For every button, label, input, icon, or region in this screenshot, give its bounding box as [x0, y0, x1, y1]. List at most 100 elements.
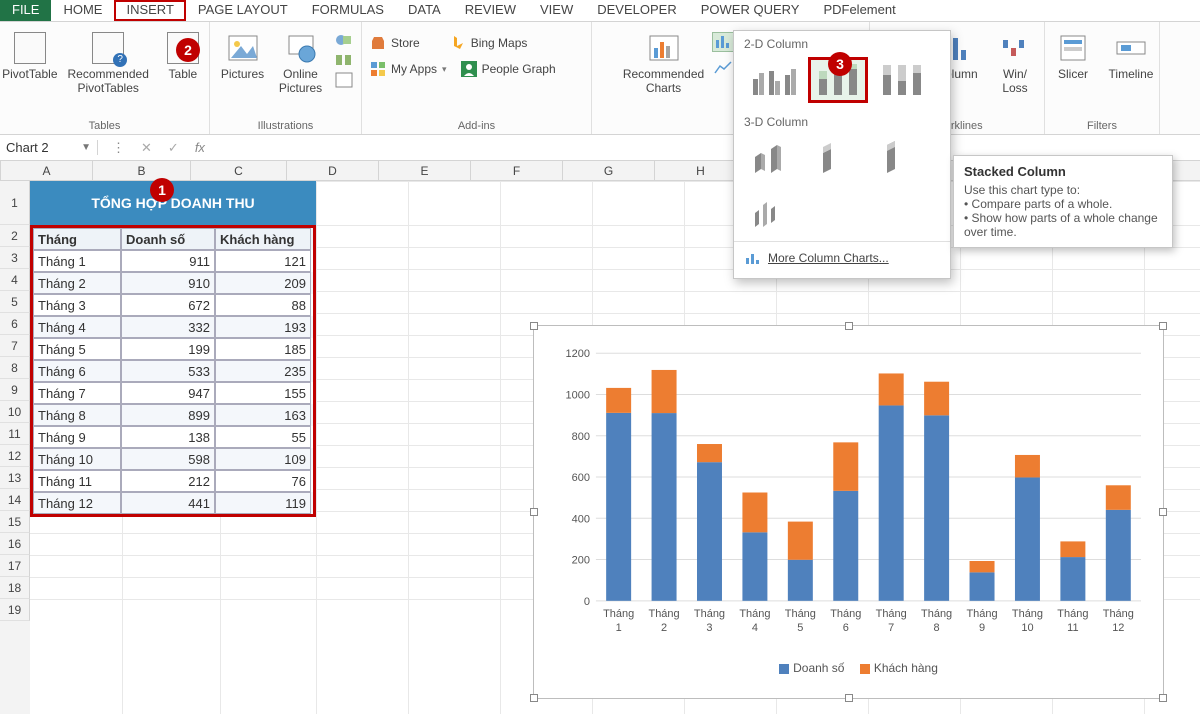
table-row[interactable]: Tháng 913855 [33, 426, 313, 448]
cell-customers: 109 [215, 448, 311, 470]
row-header-10[interactable]: 10 [0, 401, 30, 423]
table-row[interactable]: Tháng 1911121 [33, 250, 313, 272]
cell-month: Tháng 9 [33, 426, 121, 448]
tab-data[interactable]: DATA [396, 0, 453, 21]
table-row[interactable]: Tháng 2910209 [33, 272, 313, 294]
more-column-charts-link[interactable]: More Column Charts... [734, 241, 950, 274]
line-chart-dropdown[interactable] [712, 58, 734, 78]
store-button[interactable]: Store [370, 32, 420, 54]
table-row[interactable]: Tháng 1121276 [33, 470, 313, 492]
row-header-13[interactable]: 13 [0, 467, 30, 489]
recommended-pivot-button[interactable]: ? Recommended PivotTables [68, 26, 149, 95]
cell-customers: 121 [215, 250, 311, 272]
table-row[interactable]: Tháng 7947155 [33, 382, 313, 404]
more-icon[interactable]: ⋮ [112, 140, 125, 156]
row-header-14[interactable]: 14 [0, 489, 30, 511]
row-header-7[interactable]: 7 [0, 335, 30, 357]
row-header-15[interactable]: 15 [0, 511, 30, 533]
row-header-18[interactable]: 18 [0, 577, 30, 599]
clustered-column-option[interactable] [744, 57, 804, 103]
svg-text:Tháng: Tháng [785, 608, 816, 620]
table-row[interactable]: Tháng 8899163 [33, 404, 313, 426]
embedded-chart[interactable]: 020040060080010001200Tháng1Tháng2Tháng3T… [533, 325, 1164, 699]
name-box[interactable]: Chart 2▼ [0, 140, 98, 155]
smartart-icon[interactable] [335, 52, 353, 68]
tab-formulas[interactable]: FORMULAS [300, 0, 396, 21]
slicer-button[interactable]: Slicer [1049, 26, 1097, 81]
data-table: Tháng Doanh số Khách hàng Tháng 1911121T… [30, 225, 316, 517]
column-chart-dropdown[interactable] [712, 32, 734, 52]
online-pictures-icon [285, 32, 317, 64]
timeline-icon [1115, 32, 1147, 64]
pictures-button[interactable]: Pictures [219, 26, 267, 81]
row-header-6[interactable]: 6 [0, 313, 30, 335]
my-apps-button[interactable]: My Apps ▾ [370, 58, 447, 80]
3d-clustered-option[interactable] [744, 135, 804, 181]
screenshot-icon[interactable] [335, 72, 353, 88]
fx-icon[interactable]: fx [195, 140, 205, 155]
col-header-B[interactable]: B [93, 161, 191, 180]
col-header-D[interactable]: D [287, 161, 379, 180]
tab-view[interactable]: VIEW [528, 0, 585, 21]
tab-pdfelement[interactable]: PDFelement [811, 0, 907, 21]
recommended-pivot-label: Recommended PivotTables [68, 67, 149, 95]
table-row[interactable]: Tháng 10598109 [33, 448, 313, 470]
tooltip-bullet-2: • Show how parts of a whole change over … [964, 211, 1162, 239]
col-header-E[interactable]: E [379, 161, 471, 180]
shapes-icon[interactable] [335, 32, 353, 48]
tab-home[interactable]: HOME [51, 0, 114, 21]
recommended-charts-button[interactable]: Recommended Charts [623, 26, 704, 120]
tab-file[interactable]: FILE [0, 0, 51, 21]
table-row[interactable]: Tháng 4332193 [33, 316, 313, 338]
tab-page-layout[interactable]: PAGE LAYOUT [186, 0, 300, 21]
col-header-F[interactable]: F [471, 161, 563, 180]
row-header-11[interactable]: 11 [0, 423, 30, 445]
svg-text:8: 8 [934, 622, 940, 634]
row-header-3[interactable]: 3 [0, 247, 30, 269]
tab-power-query[interactable]: POWER QUERY [689, 0, 812, 21]
row-header-4[interactable]: 4 [0, 269, 30, 291]
group-title-tables: Tables [89, 120, 121, 132]
cell-month: Tháng 7 [33, 382, 121, 404]
row-header-5[interactable]: 5 [0, 291, 30, 313]
row-header-2[interactable]: 2 [0, 225, 30, 247]
timeline-button[interactable]: Timeline [1107, 26, 1155, 81]
people-graph-button[interactable]: People Graph [461, 58, 556, 80]
col-header-A[interactable]: A [1, 161, 93, 180]
3d-100-stacked-option[interactable] [872, 135, 932, 181]
table-row[interactable]: Tháng 367288 [33, 294, 313, 316]
row-header-1[interactable]: 1 [0, 181, 30, 225]
online-pictures-button[interactable]: Online Pictures [277, 26, 325, 95]
100-stacked-column-option[interactable] [872, 57, 932, 103]
table-row[interactable]: Tháng 5199185 [33, 338, 313, 360]
table-row[interactable]: Tháng 12441119 [33, 492, 313, 514]
svg-text:600: 600 [572, 472, 590, 484]
cell-customers: 88 [215, 294, 311, 316]
cell-month: Tháng 6 [33, 360, 121, 382]
svg-text:11: 11 [1067, 622, 1078, 634]
header-sales: Doanh số [121, 228, 215, 250]
tab-review[interactable]: REVIEW [453, 0, 528, 21]
row-header-19[interactable]: 19 [0, 599, 30, 621]
sparkline-winloss-button[interactable]: Win/ Loss [991, 26, 1039, 95]
svg-text:Tháng: Tháng [876, 608, 907, 620]
table-row[interactable]: Tháng 6533235 [33, 360, 313, 382]
row-header-16[interactable]: 16 [0, 533, 30, 555]
row-header-9[interactable]: 9 [0, 379, 30, 401]
cell-customers: 55 [215, 426, 311, 448]
svg-text:Tháng: Tháng [1103, 608, 1134, 620]
row-header-12[interactable]: 12 [0, 445, 30, 467]
col-header-G[interactable]: G [563, 161, 655, 180]
enter-icon[interactable]: ✓ [168, 140, 179, 156]
row-header-8[interactable]: 8 [0, 357, 30, 379]
pivot-table-button[interactable]: PivotTable [2, 26, 57, 81]
tab-developer[interactable]: DEVELOPER [585, 0, 688, 21]
tab-insert[interactable]: INSERT [114, 0, 185, 21]
3d-stacked-option[interactable] [808, 135, 868, 181]
row-header-17[interactable]: 17 [0, 555, 30, 577]
cell-customers: 235 [215, 360, 311, 382]
cancel-icon[interactable]: ✕ [141, 140, 152, 156]
3d-column-option[interactable] [744, 189, 804, 235]
bing-maps-button[interactable]: Bing Maps [450, 32, 528, 54]
col-header-C[interactable]: C [191, 161, 287, 180]
